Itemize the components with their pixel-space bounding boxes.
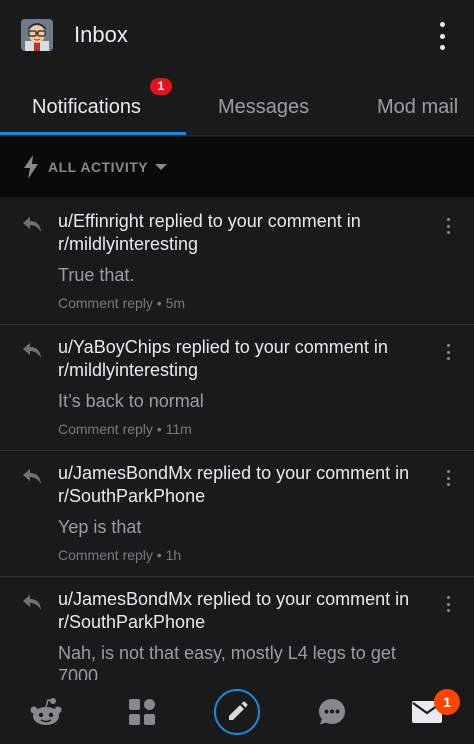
dot-icon	[446, 609, 450, 612]
notification-meta: Comment reply • 1h	[58, 547, 182, 563]
notification-body: True that.	[58, 265, 135, 285]
notification-body: Nah, is not that easy, mostly L4 legs to…	[58, 643, 396, 680]
dot-icon	[446, 596, 450, 599]
dot-icon	[446, 357, 450, 360]
page-title: Inbox	[74, 22, 128, 47]
notification-options-button[interactable]	[445, 218, 451, 234]
nav-chat-button[interactable]	[308, 688, 356, 736]
dot-icon	[439, 33, 445, 39]
communities-icon	[129, 699, 155, 725]
activity-filter-bar[interactable]: ALL ACTIVITY	[0, 137, 474, 197]
notification-item[interactable]: u/JamesBondMx replied to your comment in…	[0, 450, 474, 577]
notification-body: It’s back to normal	[58, 391, 204, 411]
pencil-icon	[229, 701, 248, 720]
notification-body: Yep is that	[58, 517, 142, 537]
tab-mod-mail[interactable]: Mod mail	[377, 96, 458, 119]
notification-item[interactable]: u/YaBoyChips replied to your comment in …	[0, 324, 474, 451]
create-post-ring	[214, 689, 260, 735]
reply-icon	[23, 343, 41, 358]
dot-icon	[446, 218, 450, 221]
inbox-tabs: Notifications 1 Messages Mod mail	[0, 72, 474, 136]
reply-icon	[23, 217, 41, 232]
caret-down-icon	[155, 164, 167, 170]
dot-icon	[446, 470, 450, 473]
home-icon	[30, 698, 62, 725]
reply-icon	[23, 595, 41, 610]
notification-title: u/YaBoyChips replied to your comment in …	[58, 337, 388, 380]
notification-options-button[interactable]	[445, 344, 451, 360]
dot-icon	[439, 22, 445, 27]
notification-title: u/Effinright replied to your comment in …	[58, 211, 361, 254]
chat-icon	[319, 699, 345, 725]
nav-home-button[interactable]	[22, 688, 70, 736]
overflow-menu-button[interactable]	[430, 22, 454, 50]
nav-communities-button[interactable]	[118, 688, 166, 736]
dot-icon	[446, 350, 450, 354]
notification-meta: Comment reply • 11m	[58, 421, 192, 437]
lightning-bolt-icon	[24, 155, 38, 179]
notification-title: u/JamesBondMx replied to your comment in…	[58, 463, 410, 506]
bottom-navigation	[0, 680, 474, 744]
dot-icon	[446, 231, 450, 234]
notification-meta: Comment reply • 5m	[58, 295, 186, 311]
notifications-count-badge: 1	[150, 78, 172, 95]
dot-icon	[446, 344, 450, 347]
notification-options-button[interactable]	[445, 596, 451, 612]
avatar-illustration-icon	[21, 19, 53, 51]
notification-item[interactable]: u/JamesBondMx replied to your comment in…	[0, 576, 474, 680]
dot-icon	[446, 602, 450, 606]
user-avatar[interactable]	[21, 19, 53, 51]
notification-options-button[interactable]	[445, 470, 451, 486]
notification-title: u/JamesBondMx replied to your comment in…	[58, 589, 410, 632]
nav-create-post-button[interactable]	[213, 688, 261, 736]
dot-icon	[446, 224, 450, 228]
inbox-count-badge: 1	[434, 689, 460, 715]
dot-icon	[446, 476, 450, 480]
active-tab-indicator	[0, 132, 186, 135]
notification-item[interactable]: u/Effinright replied to your comment in …	[0, 198, 474, 325]
tab-messages[interactable]: Messages	[218, 96, 309, 119]
reply-icon	[23, 469, 41, 484]
top-app-bar: Inbox	[0, 0, 474, 72]
dot-icon	[446, 483, 450, 486]
dot-icon	[439, 45, 445, 50]
activity-filter-label: ALL ACTIVITY	[48, 159, 149, 175]
tab-notifications[interactable]: Notifications	[32, 96, 141, 119]
